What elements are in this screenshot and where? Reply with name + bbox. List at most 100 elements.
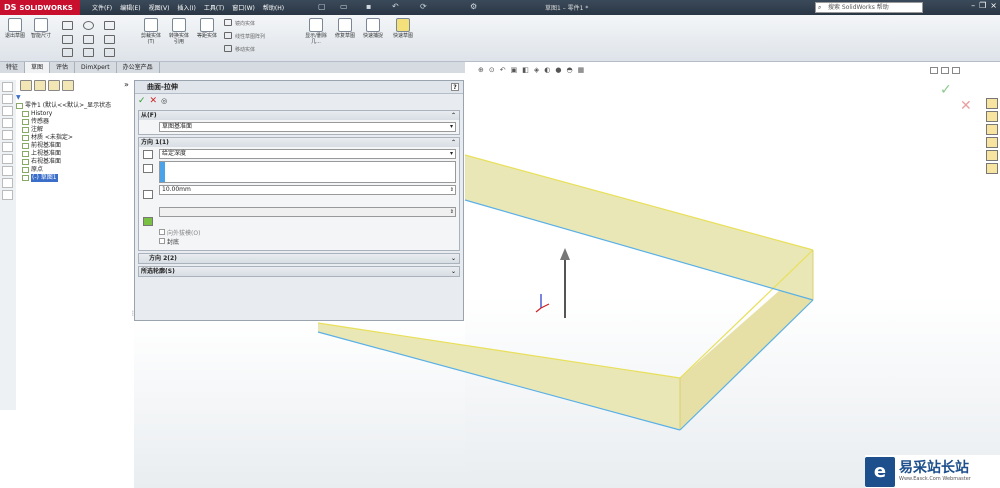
file-explorer-icon[interactable]	[986, 124, 998, 135]
expand-chevron-icon[interactable]: ⌄	[451, 267, 456, 276]
heads-up-view-toolbar: ⊕ ⊙ ↶ ▣ ◧ ◈ ◐ ● ◓ ▦	[478, 66, 584, 74]
back-wall-face	[465, 155, 813, 300]
reverse-direction-icon[interactable]	[143, 150, 153, 159]
tree-item-history[interactable]: History	[16, 110, 134, 118]
view-settings-icon[interactable]: ▦	[578, 66, 585, 74]
spinner-icon[interactable]: ⇕	[450, 186, 454, 194]
previous-view-icon[interactable]: ↶	[500, 66, 506, 74]
detailed-preview-icon[interactable]: ◎	[161, 97, 167, 105]
plane-icon	[22, 151, 29, 157]
tree-item-annotations[interactable]: 注解	[16, 126, 134, 134]
material-icon[interactable]	[2, 130, 13, 140]
tree-root[interactable]: 零件1 (默认<<默认>_显示状态	[16, 102, 134, 110]
doc-restore-icon[interactable]	[930, 67, 938, 74]
front-wall-face	[318, 323, 680, 430]
from-select[interactable]: 草图基准面 ▾	[159, 122, 456, 132]
plane-icon[interactable]	[2, 154, 13, 164]
draft-angle-input[interactable]: ⇕	[159, 207, 456, 217]
tree-item-front-plane[interactable]: 前视基准面	[16, 142, 134, 150]
tree-item-sensors[interactable]: 传感器	[16, 118, 134, 126]
tree-filter[interactable]: ▼	[16, 94, 134, 102]
property-manager-tab-icon[interactable]	[34, 80, 46, 91]
confirm-ok-icon[interactable]: ✓	[940, 82, 952, 98]
active-selection-bar	[160, 162, 165, 182]
view-orientation-icon[interactable]: ◧	[522, 66, 529, 74]
doc-window-controls	[930, 67, 960, 74]
feature-tree: ▼ 零件1 (默认<<默认>_显示状态 History 传感器 注解 材质 <未…	[16, 94, 134, 424]
watermark-logo-icon: e	[865, 456, 895, 487]
plane-icon	[22, 143, 29, 149]
depth-icon	[143, 190, 153, 199]
triad-x-axis	[540, 303, 550, 309]
draft-outward-checkbox[interactable]: 向外拔模(O)	[159, 228, 456, 237]
draft-outward-label: 向外拔模(O)	[167, 229, 201, 237]
resources-icon[interactable]	[986, 98, 998, 109]
selected-contours-header[interactable]: 所选轮廓(S) ⌄	[139, 267, 459, 276]
from-section-header[interactable]: 从(F) ⌃	[139, 111, 459, 120]
zoom-area-icon[interactable]: ⊙	[489, 66, 495, 74]
dropdown-icon: ▾	[449, 123, 453, 130]
confirm-cancel-icon[interactable]: ✕	[960, 98, 972, 114]
feature-tree-tab-icon[interactable]	[20, 80, 32, 91]
edit-appearance-icon[interactable]: ●	[555, 66, 561, 74]
design-library-icon[interactable]	[986, 111, 998, 122]
origin-icon[interactable]	[2, 178, 13, 188]
plane-icon	[22, 159, 29, 165]
depth-input[interactable]: 10.00mm ⇕	[159, 185, 456, 195]
direction2-label: 方向 2(2)	[149, 255, 177, 262]
draft-icon[interactable]	[143, 217, 153, 226]
cap-end-checkbox[interactable]: 封底	[159, 237, 456, 246]
origin-icon	[22, 167, 29, 173]
custom-properties-icon[interactable]	[986, 163, 998, 174]
cancel-icon[interactable]: ✕	[150, 96, 158, 106]
sketch-icon[interactable]	[2, 190, 13, 200]
funnel-icon: ▼	[16, 94, 21, 101]
tree-item-right-plane[interactable]: 右视基准面	[16, 158, 134, 166]
tree-item-label: History	[31, 110, 53, 117]
filter-icon[interactable]	[2, 82, 13, 92]
dimxpert-tab-icon[interactable]	[62, 80, 74, 91]
zoom-to-fit-icon[interactable]: ⊕	[478, 66, 484, 74]
ok-icon[interactable]: ✓	[138, 96, 146, 106]
history-icon	[22, 111, 29, 117]
tree-item-material[interactable]: 材质 <未指定>	[16, 134, 134, 142]
configuration-tab-icon[interactable]	[48, 80, 60, 91]
tree-item-label: (-) 草图1	[31, 174, 58, 182]
direction1-header[interactable]: 方向 1(1) ⌃	[139, 138, 459, 147]
expand-chevron-icon[interactable]: »	[124, 80, 129, 92]
spinner-icon[interactable]: ⇕	[450, 208, 454, 216]
direction-vector-icon[interactable]	[143, 164, 153, 173]
tree-item-sketch1[interactable]: (-) 草图1	[16, 174, 134, 182]
expand-chevron-icon[interactable]: ⌄	[451, 254, 456, 263]
property-actions: ✓ ✕ ◎	[135, 94, 463, 108]
annotation-icon[interactable]	[2, 118, 13, 128]
property-title: 曲面-拉伸	[147, 83, 178, 91]
help-icon[interactable]: ?	[451, 83, 459, 91]
tree-item-label: 上视基准面	[31, 150, 62, 157]
view-palette-icon[interactable]	[986, 137, 998, 148]
selected-contours-section: 所选轮廓(S) ⌄	[138, 266, 460, 277]
direction-arrow-head[interactable]	[560, 248, 570, 260]
doc-close-icon[interactable]	[952, 67, 960, 74]
sensor-icon[interactable]	[2, 106, 13, 116]
apply-scene-icon[interactable]: ◓	[566, 66, 572, 74]
direction1-section: 方向 1(1) ⌃ 给定深度 ▾ 10.00mm ⇕ ⇕ 向外拔模(O) 封底	[138, 137, 460, 251]
collapse-chevron-icon[interactable]: ⌃	[451, 111, 456, 120]
plane-icon[interactable]	[2, 166, 13, 176]
display-style-icon[interactable]: ◈	[534, 66, 539, 74]
plane-icon[interactable]	[2, 142, 13, 152]
sketch-icon	[22, 175, 29, 181]
history-icon[interactable]	[2, 94, 13, 104]
section-view-icon[interactable]: ▣	[511, 66, 518, 74]
collapse-chevron-icon[interactable]: ⌃	[451, 138, 456, 147]
doc-tile-icon[interactable]	[941, 67, 949, 74]
tree-item-origin[interactable]: 原点	[16, 166, 134, 174]
direction2-header[interactable]: 方向 2(2) ⌄	[139, 254, 459, 263]
direction-selection-list[interactable]	[159, 161, 456, 183]
tree-item-top-plane[interactable]: 上视基准面	[16, 150, 134, 158]
cap-end-label: 封底	[167, 238, 180, 246]
end-condition-select[interactable]: 给定深度 ▾	[159, 149, 456, 159]
hide-show-icon[interactable]: ◐	[544, 66, 550, 74]
appearances-icon[interactable]	[986, 150, 998, 161]
